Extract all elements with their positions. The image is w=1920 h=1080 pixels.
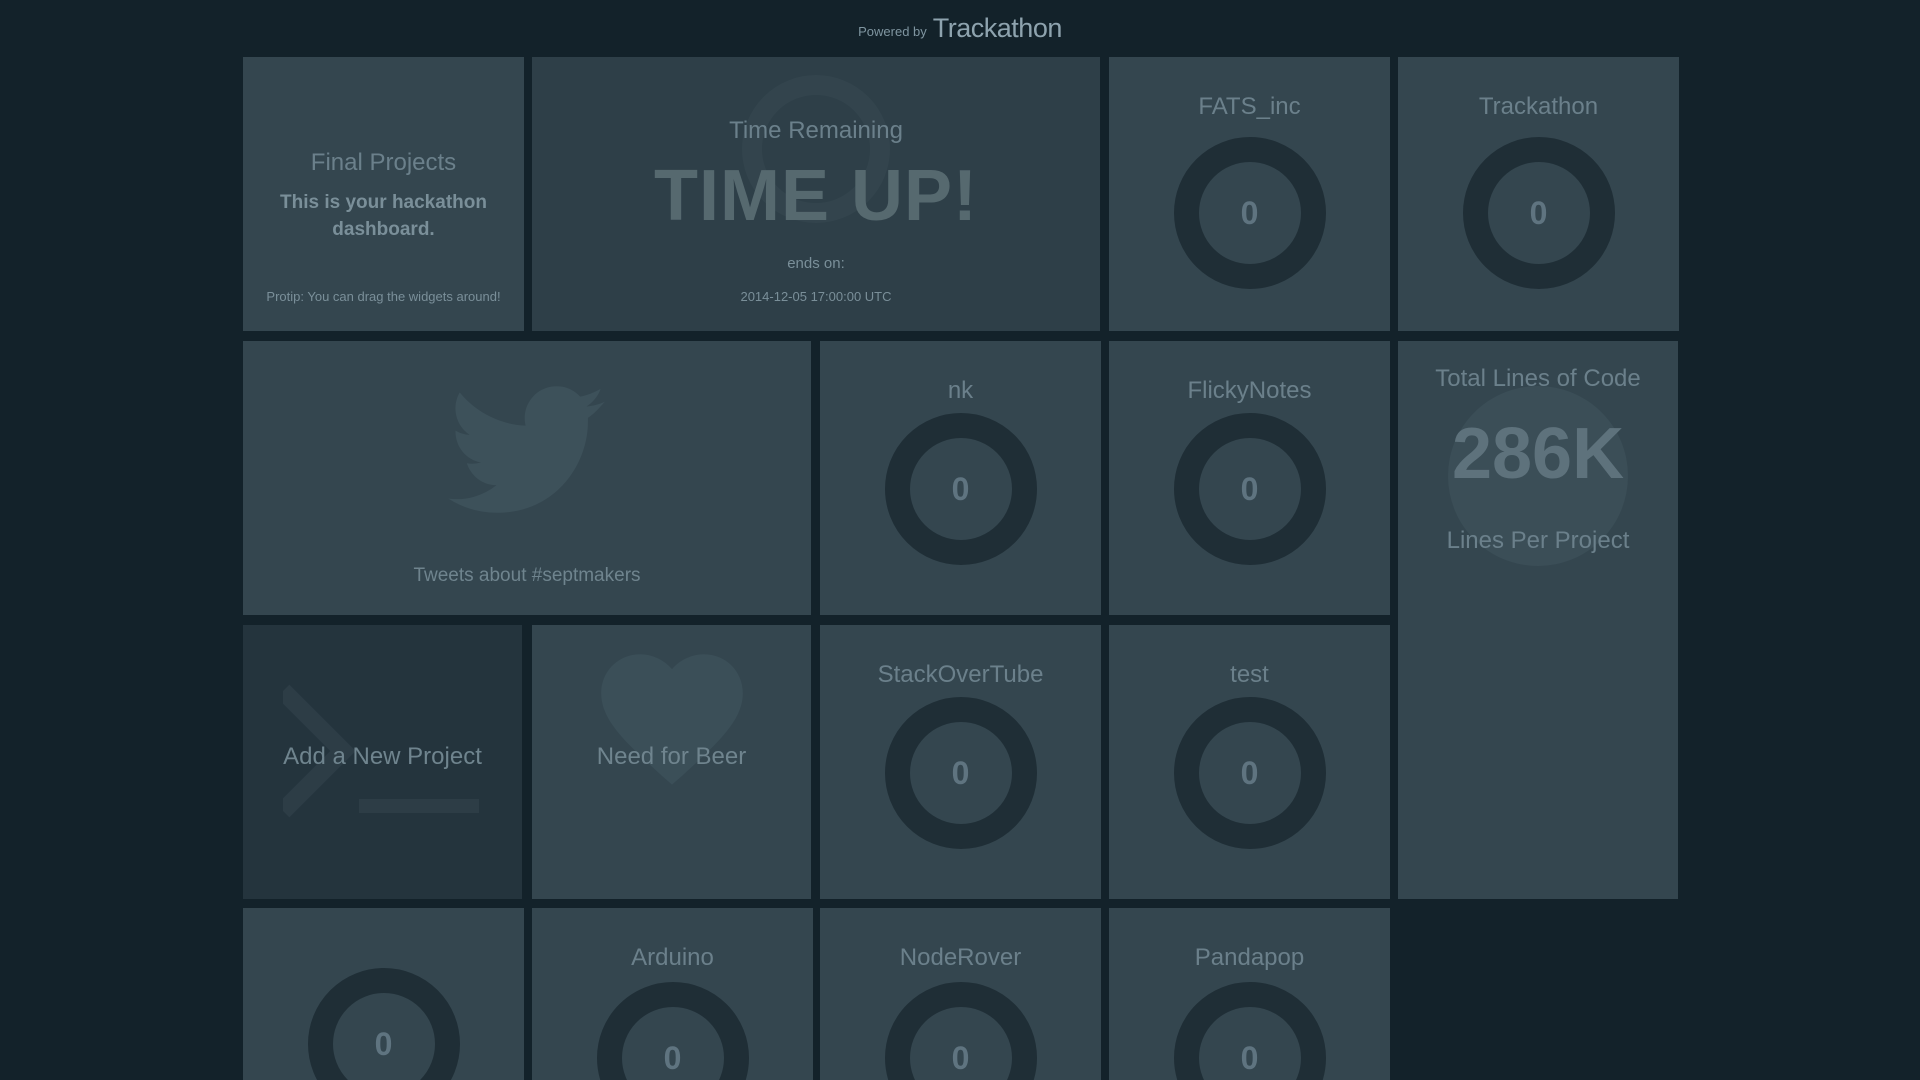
project-name: FATS_inc: [1198, 93, 1301, 120]
project-score-ring: 0: [596, 982, 749, 1080]
project-widget[interactable]: Trackathon 0: [1398, 57, 1679, 331]
project-name: FlickyNotes: [1187, 377, 1312, 404]
welcome-title: Final Projects: [310, 149, 457, 176]
project-score-ring: 0: [884, 697, 1037, 849]
project-name: Arduino: [631, 944, 714, 971]
project-score-ring: 0: [1173, 982, 1326, 1080]
project-name: Pandapop: [1194, 944, 1305, 971]
beer-widget[interactable]: Need for Beer: [532, 625, 811, 899]
project-name: StackOverTube: [877, 661, 1044, 688]
lines-per-project-label: Lines Per Project: [1446, 527, 1630, 554]
project-widget[interactable]: nk 0: [820, 341, 1101, 615]
ends-on-label: ends on:: [787, 255, 845, 272]
twitter-label: Tweets about #septmakers: [413, 565, 641, 586]
welcome-widget[interactable]: Final Projects This is your hackathon da…: [243, 57, 524, 331]
twitter-bird-icon: [448, 386, 605, 513]
project-widget[interactable]: StackOverTube 0: [820, 625, 1101, 899]
countdown-title: Time Remaining: [729, 117, 903, 144]
project-score-ring: 0: [1173, 697, 1326, 849]
project-widget[interactable]: Arduino 0: [532, 908, 813, 1080]
dashboard-grid: Final Projects This is your hackathon da…: [0, 0, 1920, 1080]
protip-text: Protip: You can drag the widgets around!: [266, 289, 501, 304]
project-score-ring: 0: [1462, 137, 1615, 289]
project-widget[interactable]: test 0: [1109, 625, 1390, 899]
welcome-message: This is your hackathon dashboard.: [280, 192, 487, 240]
project-name: NodeRover: [899, 944, 1022, 971]
lines-of-code-widget[interactable]: Total Lines of Code 286K Lines Per Proje…: [1398, 341, 1678, 899]
project-name: nk: [947, 377, 974, 404]
project-score-ring: 0: [1173, 413, 1326, 565]
beer-label: Need for Beer: [596, 743, 747, 770]
project-widget[interactable]: NodeRover 0: [820, 908, 1101, 1080]
project-score-ring: 0: [884, 413, 1037, 565]
twitter-widget[interactable]: Tweets about #septmakers: [243, 341, 811, 615]
countdown-status: TIME UP!: [654, 156, 978, 236]
project-widget[interactable]: 0: [243, 908, 524, 1080]
project-score-ring: 0: [884, 982, 1037, 1080]
project-widget[interactable]: FlickyNotes 0: [1109, 341, 1390, 615]
project-name: test: [1230, 661, 1269, 688]
lines-of-code-value: 286K: [1451, 414, 1625, 494]
project-score-ring: 0: [307, 968, 460, 1080]
countdown-widget[interactable]: Time Remaining TIME UP! ends on: 2014-12…: [532, 57, 1100, 331]
project-name: Trackathon: [1478, 93, 1599, 120]
heart-icon: [600, 654, 743, 785]
lines-of-code-title: Total Lines of Code: [1435, 365, 1641, 392]
add-project-widget[interactable]: Add a New Project: [243, 625, 522, 899]
project-widget[interactable]: Pandapop 0: [1109, 908, 1390, 1080]
project-score-ring: 0: [1173, 137, 1326, 289]
add-project-label: Add a New Project: [283, 743, 482, 770]
project-widget[interactable]: FATS_inc 0: [1109, 57, 1390, 331]
ends-on-value: 2014-12-05 17:00:00 UTC: [740, 289, 892, 304]
